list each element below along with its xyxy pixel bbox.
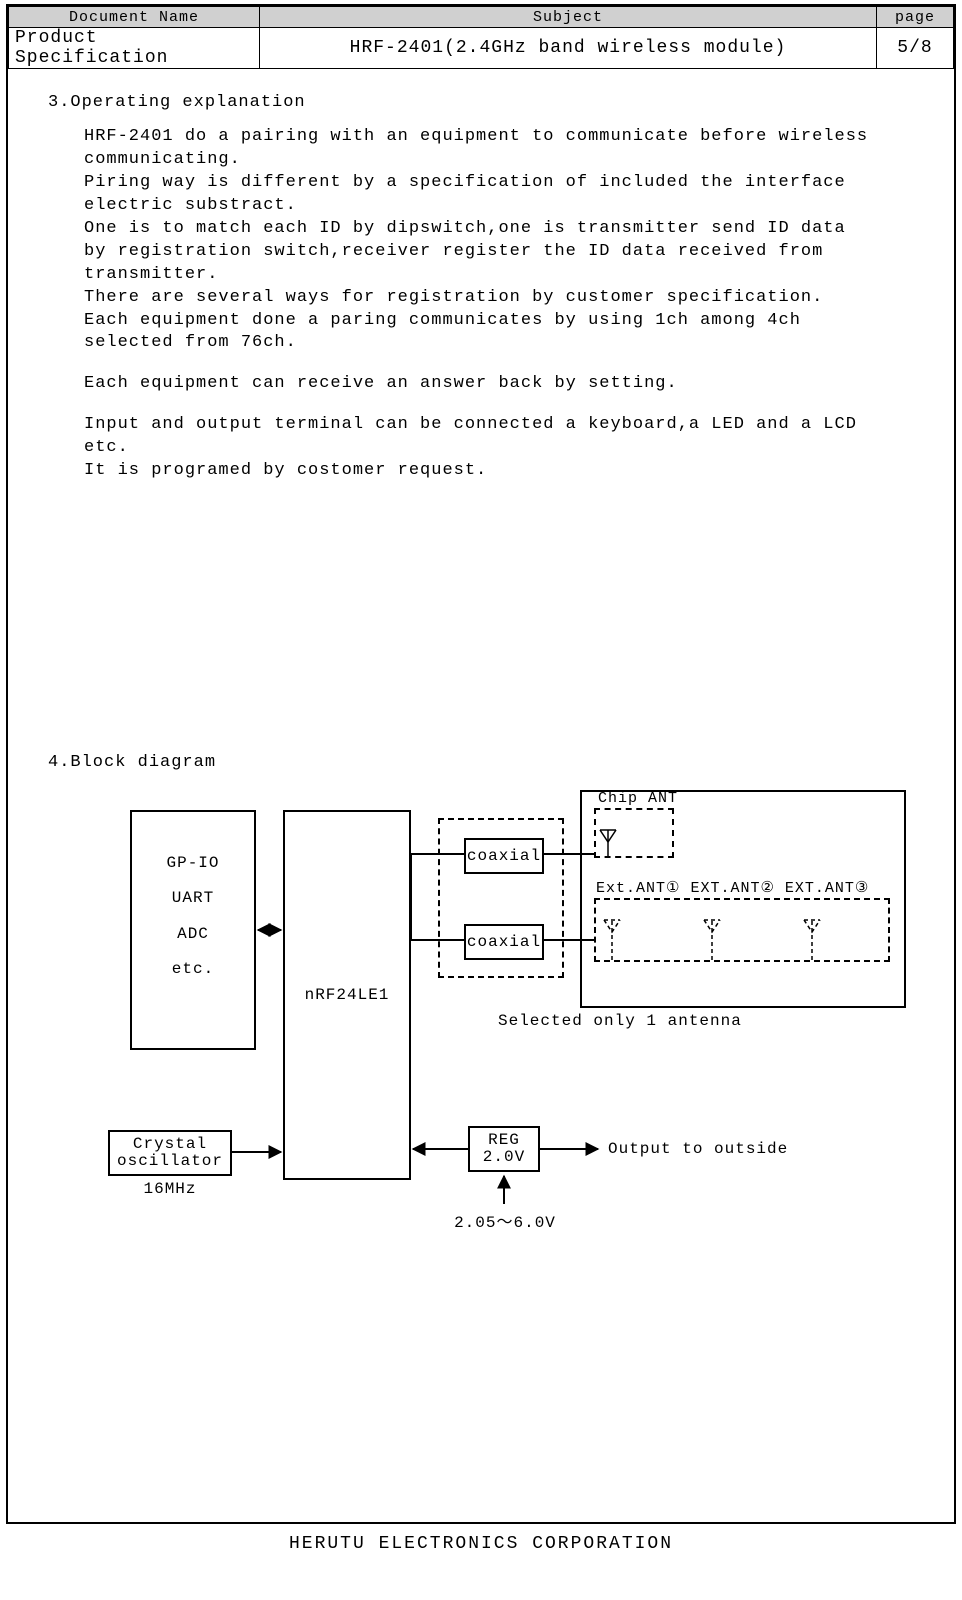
content-area: 3.Operating explanation HRF-2401 do a pa…	[8, 69, 954, 1230]
coaxial-box-1: coaxial	[464, 838, 544, 874]
coaxial-box-2: coaxial	[464, 924, 544, 960]
ext-ant-label: Ext.ANT① EXT.ANT② EXT.ANT③	[596, 878, 869, 897]
ext-ant-dashed	[594, 898, 890, 962]
header-col-page: page	[877, 7, 954, 28]
section3-p6: Each equipment can receive an answer bac…	[84, 373, 878, 396]
header-col-docname: Document Name	[9, 7, 260, 28]
output-label: Output to outside	[608, 1140, 788, 1158]
chip-ant-dashed	[594, 808, 674, 858]
header-docname: Product Specification	[9, 28, 260, 69]
reg-block: REG 2.0V	[468, 1126, 540, 1172]
nrf-label: nRF24LE1	[305, 986, 390, 1004]
section3-p1: HRF-2401 do a pairing with an equipment …	[84, 126, 878, 172]
footer-company: HERUTU ELECTRONICS CORPORATION	[0, 1524, 962, 1564]
section3-title: 3.Operating explanation	[48, 93, 934, 112]
gpio-line2: UART	[132, 881, 254, 916]
voltage-range: 2.05～6.0V	[450, 1208, 560, 1232]
crystal-block: Crystal oscillator	[108, 1130, 232, 1176]
section3-body: HRF-2401 do a pairing with an equipment …	[84, 126, 878, 483]
crystal-label: Crystal oscillator	[117, 1136, 223, 1171]
reg-label: REG 2.0V	[483, 1132, 525, 1167]
header-table: Document Name Subject page Product Speci…	[8, 6, 954, 69]
header-subject: HRF-2401(2.4GHz band wireless module)	[260, 28, 877, 69]
block-diagram: GP-IO UART ADC etc. nRF24LE1 Crystal osc…	[108, 790, 938, 1230]
page-frame: Document Name Subject page Product Speci…	[6, 4, 956, 1524]
gpio-line1: GP-IO	[132, 846, 254, 881]
section3-p5: Each equipment done a paring communicate…	[84, 310, 878, 356]
gpio-line3: ADC	[132, 917, 254, 952]
gpio-block: GP-IO UART ADC etc.	[130, 810, 256, 1050]
section3-p7: Input and output terminal can be connect…	[84, 414, 878, 460]
gpio-line4: etc.	[132, 952, 254, 987]
antenna-note: Selected only 1 antenna	[498, 1012, 742, 1030]
section3-p4: There are several ways for registration …	[84, 287, 878, 310]
section3-p2: Piring way is different by a specificati…	[84, 172, 878, 218]
chip-ant-label: Chip ANT	[598, 790, 678, 807]
section4-title: 4.Block diagram	[48, 753, 934, 772]
crystal-freq: 16MHz	[108, 1180, 232, 1198]
header-col-subject: Subject	[260, 7, 877, 28]
nrf-block: nRF24LE1	[283, 810, 411, 1180]
coax2-label: coaxial	[467, 933, 541, 951]
section3-p8: It is programed by costomer request.	[84, 460, 878, 483]
header-page: 5/8	[877, 28, 954, 69]
coax1-label: coaxial	[467, 847, 541, 865]
section3-p3: One is to match each ID by dipswitch,one…	[84, 218, 878, 287]
